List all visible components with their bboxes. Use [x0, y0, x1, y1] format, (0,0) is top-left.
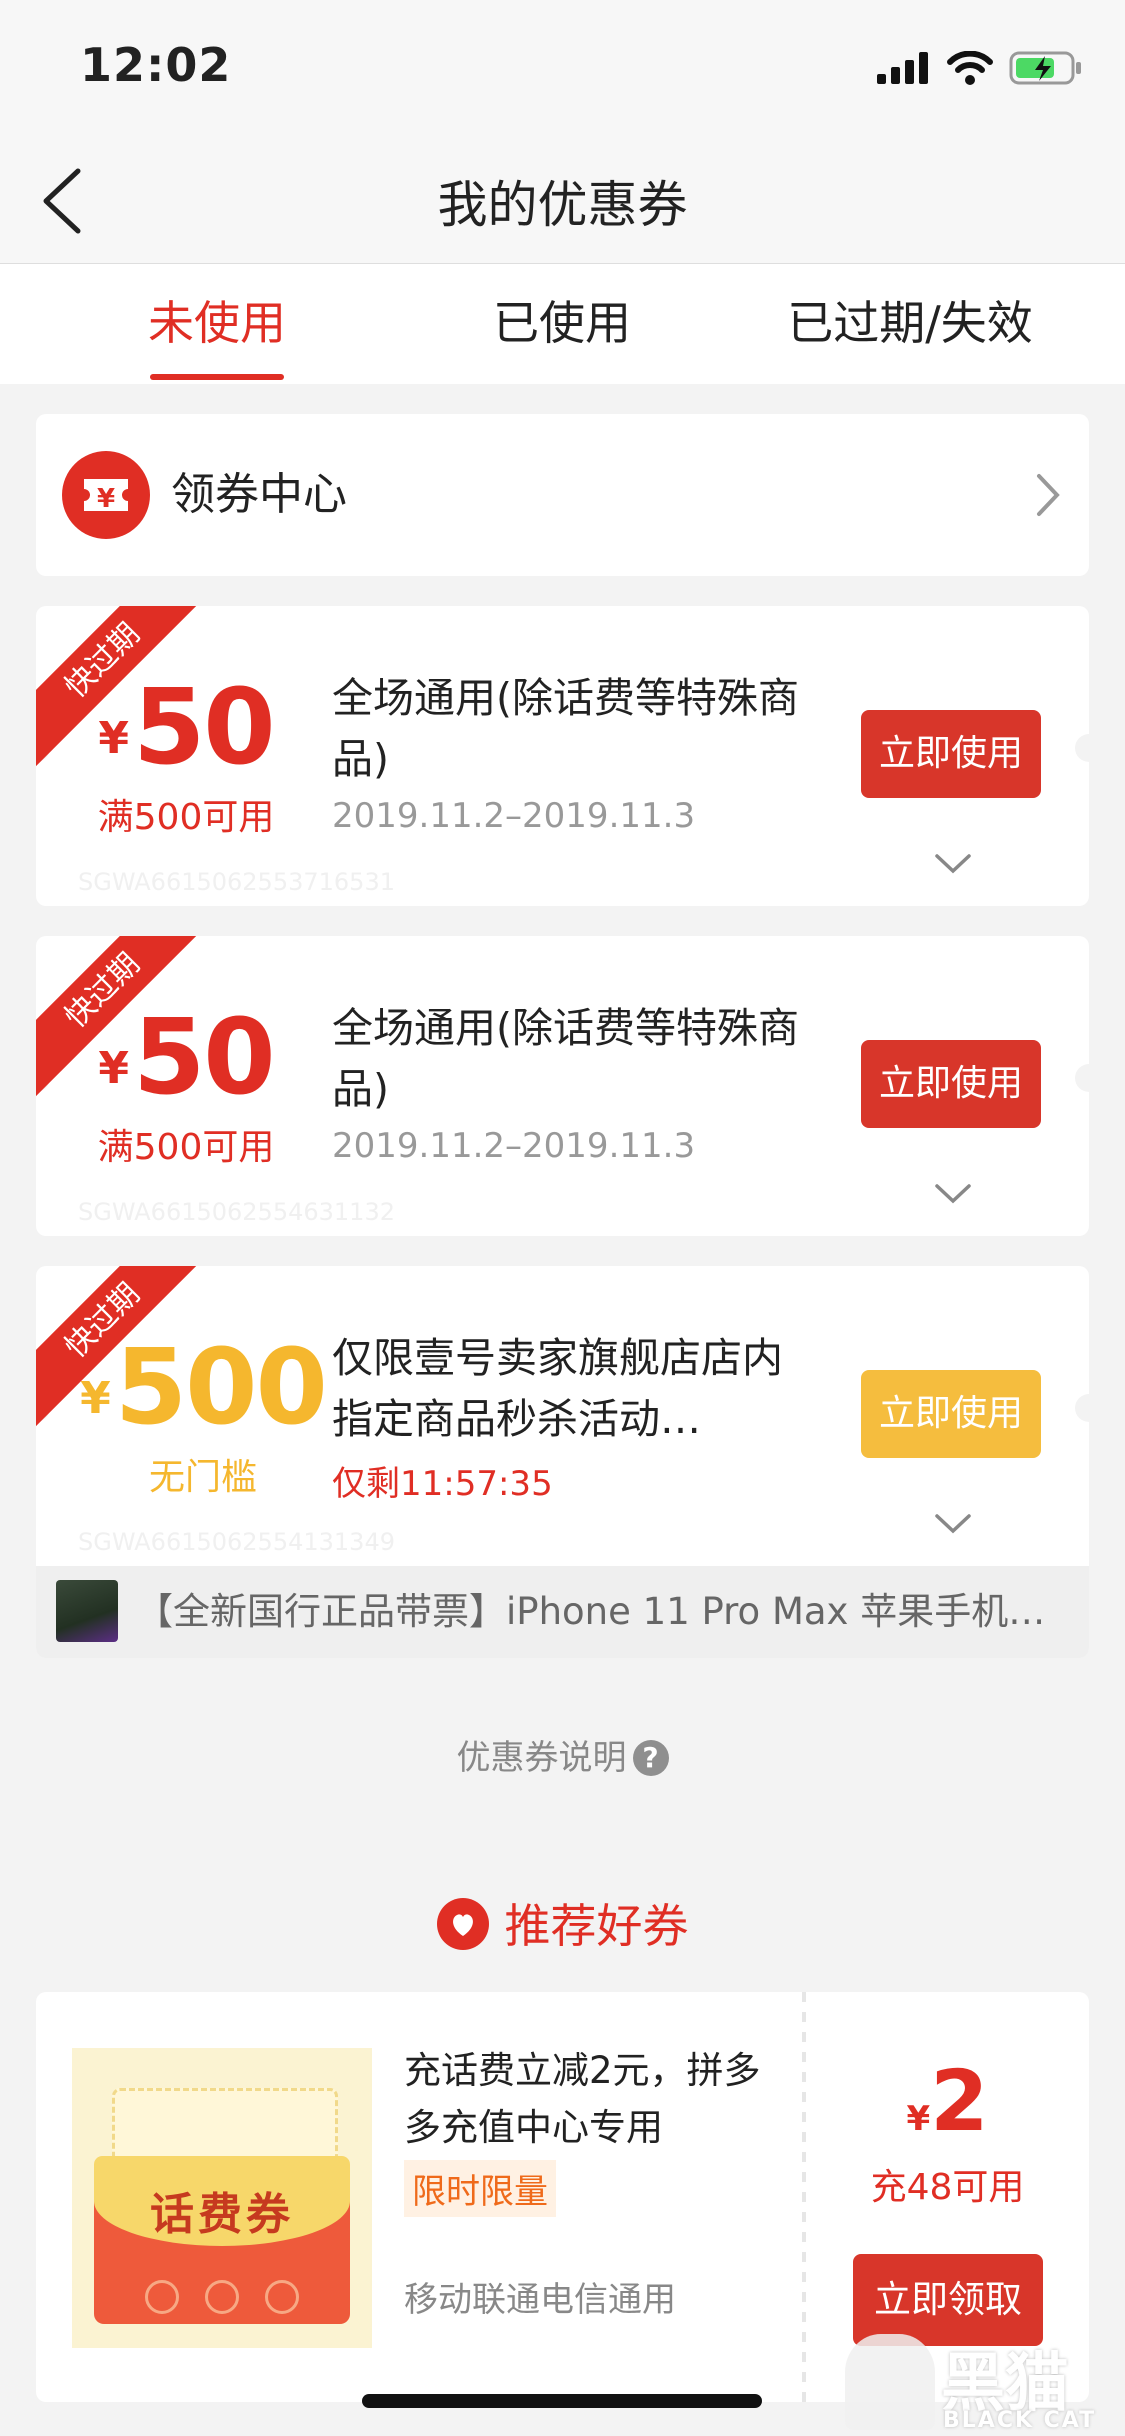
use-now-button[interactable]: 立即使用	[861, 710, 1041, 798]
recommended-coupon-amount: ¥2	[806, 2052, 1089, 2150]
recommended-coupon-info: 话费券 充话费立减2元，拼多多充值中心专用 限时限量 移动联通电信通用	[36, 1992, 802, 2402]
limited-offer-badge: 限时限量	[404, 2160, 556, 2217]
coupon-value: 50	[132, 666, 276, 788]
carrier-note: 移动联通电信通用	[404, 2280, 676, 2320]
currency-symbol: ¥	[98, 713, 129, 764]
china-telecom-logo-icon	[265, 2280, 299, 2314]
tab-unused[interactable]: 未使用	[100, 264, 334, 384]
page-title: 我的优惠券	[437, 176, 688, 234]
coupon-id: SGWA6615062554631132	[78, 1198, 395, 1226]
battery-charging-icon	[1009, 51, 1081, 85]
tab-expired[interactable]: 已过期/失效	[760, 264, 1060, 384]
envelope-label: 话费券	[150, 2189, 294, 2240]
applicable-product-row[interactable]: 【全新国行正品带票】iPhone 11 Pro Max 苹果手机…	[36, 1566, 1089, 1658]
coupon-amount: ¥500	[58, 1326, 348, 1448]
tab-bar: 未使用 已使用 已过期/失效	[0, 264, 1125, 384]
svg-text:¥: ¥	[97, 484, 115, 514]
coupon-notch	[1075, 1064, 1089, 1092]
coupon-value: 50	[132, 996, 276, 1118]
cat-logo-icon	[845, 2334, 935, 2430]
coupon-explanation-link[interactable]: 优惠券说明?	[0, 1730, 1125, 1779]
coupon-amount: ¥50	[66, 666, 306, 788]
product-title: 【全新国行正品带票】iPhone 11 Pro Max 苹果手机…	[136, 1590, 1046, 1633]
coupon-value: 500	[114, 1326, 328, 1448]
carrier-logos	[132, 2280, 312, 2314]
recommended-coupon-condition: 充48可用	[870, 2167, 1025, 2208]
signal-icon	[877, 52, 928, 84]
status-time: 12:02	[80, 38, 232, 92]
coupon-card: 快过期 ¥500 无门槛 仅限壹号卖家旗舰店店内指定商品秒杀活动… 仅剩11:5…	[36, 1266, 1089, 1658]
active-tab-indicator	[150, 374, 284, 380]
product-thumbnail	[56, 1580, 118, 1642]
currency-symbol: ¥	[80, 1373, 111, 1424]
wifi-icon	[947, 51, 993, 85]
coupon-card: 快过期 ¥50 满500可用 全场通用(除话费等特殊商品) 2019.11.2–…	[36, 936, 1089, 1236]
coupon-notch	[1075, 734, 1089, 762]
coupon-amount: ¥50	[66, 996, 306, 1118]
coupon-validity: 2019.11.2–2019.11.3	[332, 796, 696, 836]
currency-symbol: ¥	[98, 1043, 129, 1094]
watermark-text-en: BLACK CAT	[943, 2408, 1097, 2433]
tab-used[interactable]: 已使用	[445, 264, 679, 384]
use-now-button[interactable]: 立即使用	[861, 1370, 1041, 1458]
phone-bill-coupon-image: 话费券	[72, 2048, 372, 2348]
coupon-center-label: 领券中心	[171, 469, 347, 520]
coupon-id: SGWA6615062554131349	[78, 1528, 395, 1556]
chevron-down-icon[interactable]	[933, 1512, 973, 1536]
coupon-explanation-label: 优惠券说明	[456, 1738, 627, 1778]
status-bar: 12:02	[0, 0, 1125, 135]
recommended-title-text: 推荐好券	[504, 1899, 689, 1953]
recommended-section-title: 推荐好券	[0, 1890, 1125, 1956]
coupon-title: 全场通用(除话费等特殊商品)	[332, 674, 799, 783]
china-unicom-logo-icon	[205, 2280, 239, 2314]
question-mark-icon: ?	[632, 1740, 669, 1776]
coupon-ticket-icon: ¥	[62, 451, 150, 539]
home-indicator[interactable]	[362, 2394, 762, 2408]
coupon-id: SGWA6615062553716531	[78, 868, 395, 896]
currency-symbol: ¥	[906, 2099, 931, 2139]
china-mobile-logo-icon	[145, 2280, 179, 2314]
coupon-condition: 满500可用	[97, 1127, 275, 1168]
heart-badge-icon	[436, 1898, 489, 1950]
recommended-coupon-value: 2	[930, 2052, 989, 2150]
coupon-countdown: 仅剩11:57:35	[332, 1464, 553, 1504]
coupon-title: 仅限壹号卖家旗舰店店内指定商品秒杀活动…	[332, 1334, 783, 1443]
navigation-bar: 我的优惠券	[0, 135, 1125, 264]
recommended-coupon-description: 充话费立减2元，拼多多充值中心专用	[404, 2049, 761, 2149]
coupon-center-row[interactable]: ¥ 领券中心	[36, 414, 1089, 576]
chevron-right-icon	[1037, 474, 1060, 516]
coupon-card: 快过期 ¥50 满500可用 全场通用(除话费等特殊商品) 2019.11.2–…	[36, 606, 1089, 906]
coupon-title: 全场通用(除话费等特殊商品)	[332, 1004, 799, 1113]
use-now-button[interactable]: 立即使用	[861, 1040, 1041, 1128]
coupon-condition: 满500可用	[97, 797, 275, 838]
coupon-notch	[1075, 1394, 1089, 1422]
chevron-down-icon[interactable]	[933, 852, 973, 876]
coupon-condition: 无门槛	[148, 1457, 257, 1498]
status-icons	[877, 48, 1083, 88]
chevron-down-icon[interactable]	[933, 1182, 973, 1206]
black-cat-watermark: 黑猫 BLACK CAT	[845, 2330, 1115, 2436]
coupon-validity: 2019.11.2–2019.11.3	[332, 1126, 696, 1166]
